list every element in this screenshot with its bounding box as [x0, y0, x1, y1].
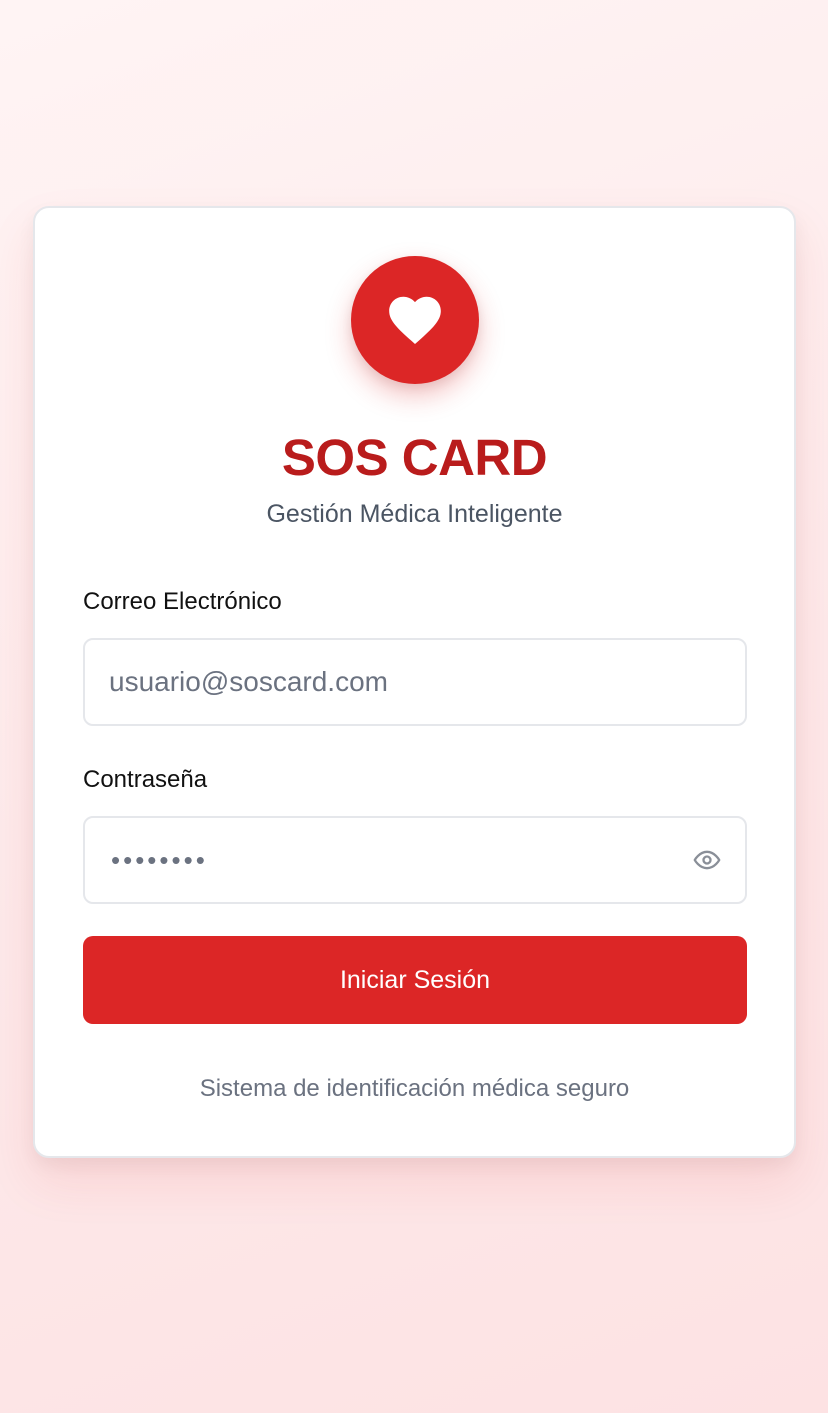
password-input[interactable]: ••••••••: [83, 816, 747, 904]
logo-badge: [351, 256, 479, 384]
password-masked-value: ••••••••: [111, 844, 208, 875]
login-button[interactable]: Iniciar Sesión: [83, 936, 747, 1024]
email-input[interactable]: [85, 640, 745, 724]
password-label: Contraseña: [83, 766, 208, 793]
heart-icon: [389, 296, 441, 345]
email-label: Correo Electrónico: [83, 588, 282, 615]
eye-icon: [693, 850, 721, 870]
show-password-toggle[interactable]: [691, 846, 723, 874]
app-title: SOS CARD: [281, 429, 548, 486]
email-field-container: [83, 638, 747, 726]
login-card: SOS CARD Gestión Médica Inteligente Corr…: [33, 206, 796, 1158]
app-subtitle: Gestión Médica Inteligente: [266, 500, 563, 528]
footer-text: Sistema de identificación médica seguro: [199, 1075, 630, 1102]
